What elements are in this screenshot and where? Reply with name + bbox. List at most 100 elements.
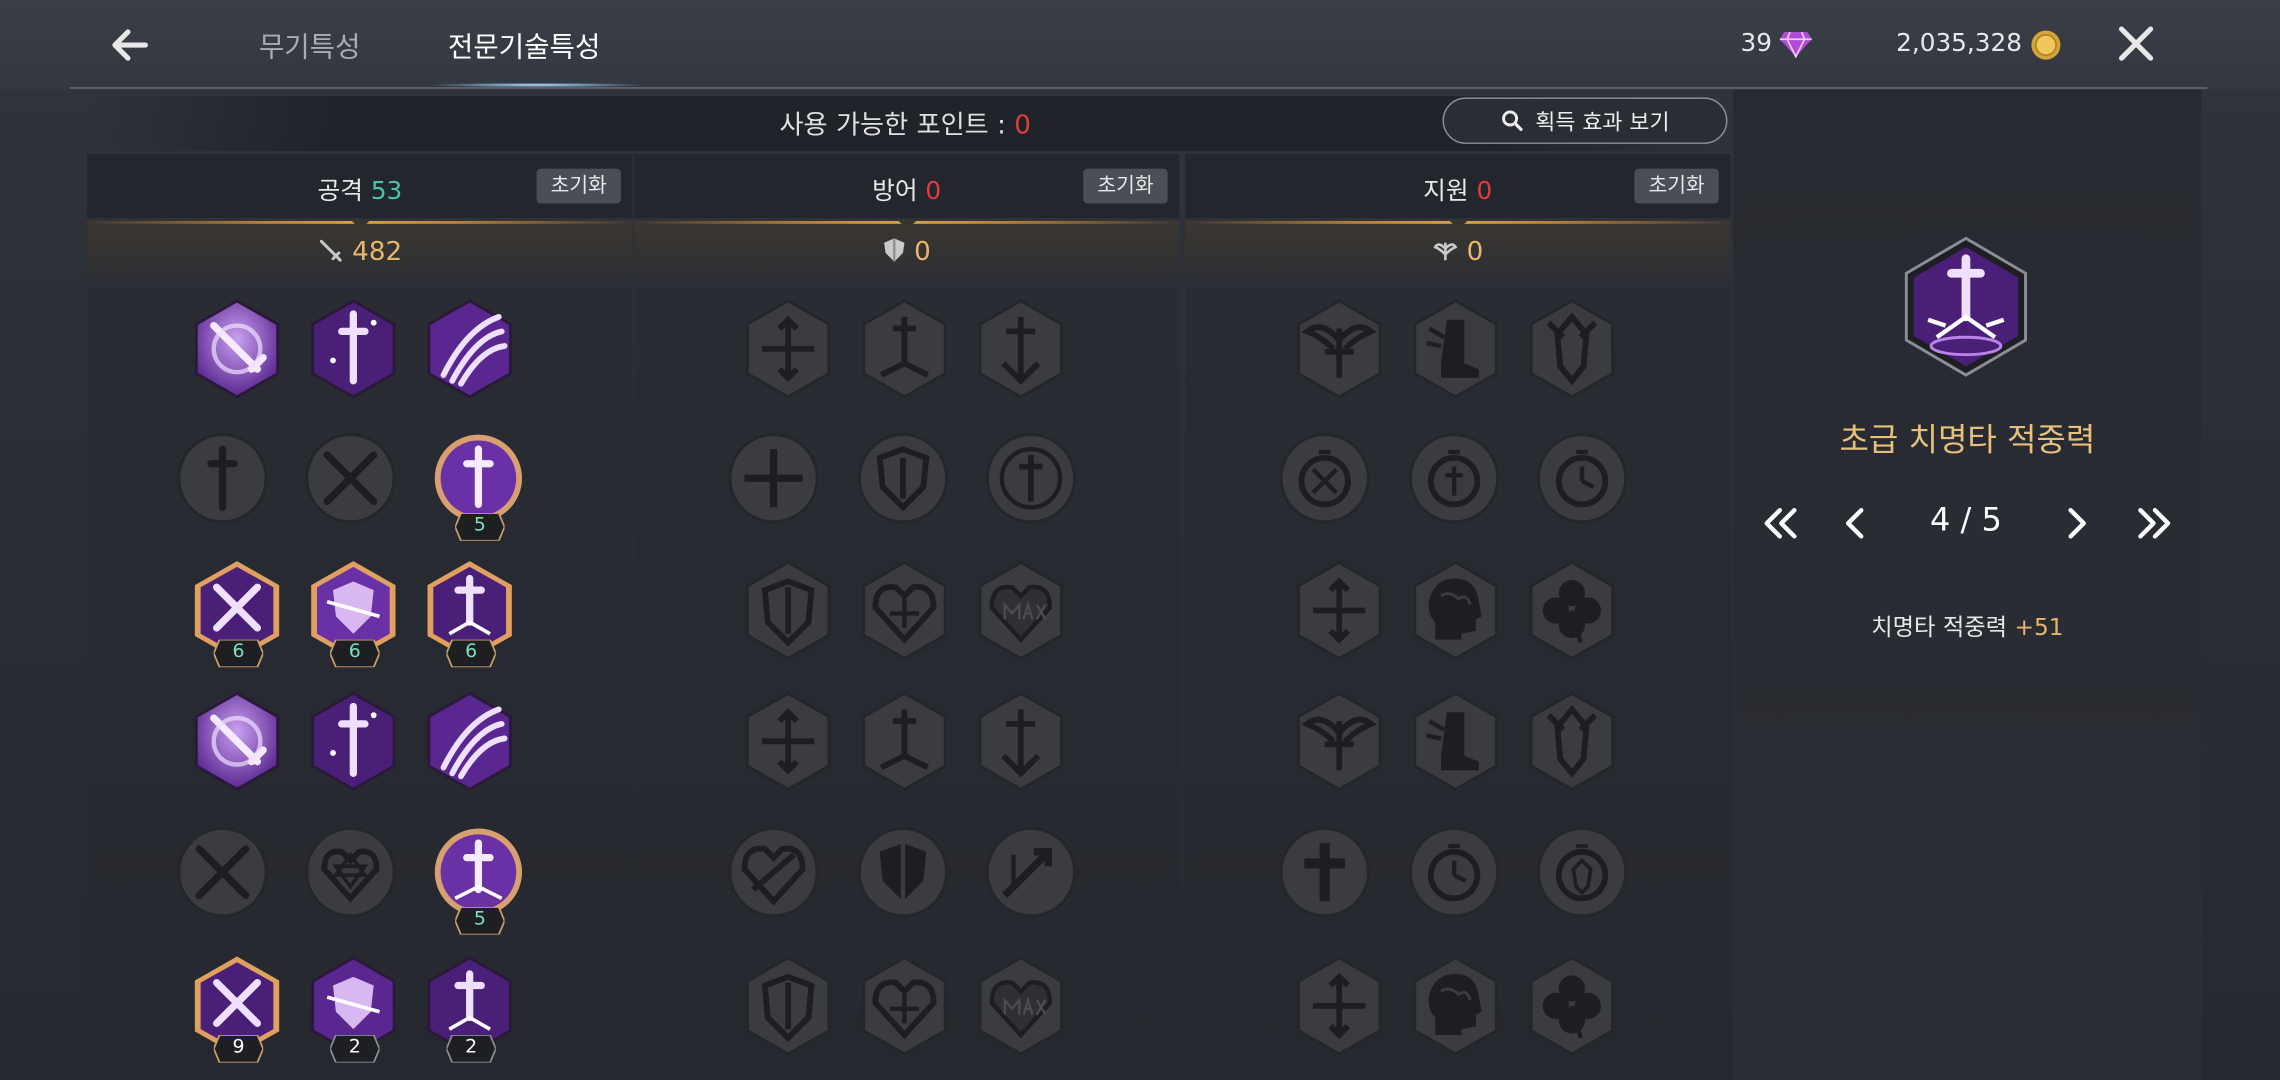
skill-support-r3-c2[interactable] bbox=[1409, 558, 1502, 663]
next-page-icon[interactable] bbox=[2062, 506, 2091, 541]
tab-profession-traits[interactable]: 전문기술특성 bbox=[448, 26, 601, 65]
skill-attack-r2-c3[interactable]: 5 bbox=[432, 432, 525, 541]
skill-support-r5-c1[interactable] bbox=[1278, 826, 1371, 931]
skill-defense-r1-c3[interactable] bbox=[974, 297, 1067, 402]
shield-icon bbox=[883, 238, 905, 262]
skill-support-r3-c3[interactable] bbox=[1525, 558, 1618, 663]
skill-level-badge: 5 bbox=[455, 513, 505, 541]
defense-stat-value: 0 bbox=[914, 236, 931, 268]
skill-attack-r4-c1[interactable] bbox=[190, 689, 283, 794]
skill-support-r4-c3[interactable] bbox=[1525, 689, 1618, 794]
skill-defense-r4-c2[interactable] bbox=[858, 689, 951, 794]
gem-count: 39 bbox=[1740, 29, 1773, 59]
defense-points: 0 bbox=[925, 177, 942, 207]
skill-defense-r4-c1[interactable] bbox=[742, 689, 835, 794]
skill-attack-r6-c3[interactable]: 2 bbox=[423, 954, 516, 1063]
skill-support-r6-c1[interactable] bbox=[1293, 954, 1386, 1059]
skill-defense-r3-c2[interactable] bbox=[858, 558, 951, 663]
skill-level-badge: 2 bbox=[446, 1034, 496, 1063]
skill-attack-r5-c3[interactable]: 5 bbox=[432, 826, 525, 935]
skill-level-badge: 2 bbox=[330, 1034, 380, 1063]
skill-attack-r1-c1[interactable] bbox=[190, 297, 283, 402]
skill-defense-r6-c1[interactable] bbox=[742, 954, 835, 1059]
support-stat-value: 0 bbox=[1466, 236, 1484, 268]
skill-support-r5-c3[interactable] bbox=[1536, 826, 1629, 931]
last-page-icon[interactable] bbox=[2135, 506, 2176, 541]
attack-reset-button[interactable]: 초기화 bbox=[536, 168, 621, 204]
skill-attack-r6-c1[interactable]: 9 bbox=[190, 954, 283, 1063]
view-effects-button[interactable]: 획득 효과 보기 bbox=[1442, 97, 1728, 144]
support-label: 지원 bbox=[1423, 177, 1469, 207]
skill-defense-r4-c3[interactable] bbox=[974, 689, 1067, 794]
sword-icon bbox=[320, 239, 343, 262]
skill-level-badge: 5 bbox=[455, 907, 505, 935]
skill-support-r4-c2[interactable] bbox=[1409, 689, 1502, 794]
skill-support-r1-c2[interactable] bbox=[1409, 297, 1502, 402]
coin-icon bbox=[2031, 30, 2061, 60]
skill-attack-r4-c3[interactable] bbox=[423, 689, 516, 794]
skill-defense-r3-c1[interactable] bbox=[742, 558, 835, 663]
skill-defense-r2-c1[interactable] bbox=[727, 432, 820, 537]
skill-attack-r3-c3[interactable]: 6 bbox=[423, 558, 516, 668]
skill-attack-r5-c2[interactable] bbox=[304, 826, 397, 931]
skill-attack-r3-c1[interactable]: 6 bbox=[190, 558, 283, 668]
effect-label: 치명타 적중력 bbox=[1871, 613, 2008, 642]
tab-weapon-traits[interactable]: 무기특성 bbox=[259, 26, 361, 65]
skill-attack-r2-c1[interactable] bbox=[176, 432, 269, 537]
skill-support-r3-c1[interactable] bbox=[1293, 558, 1386, 663]
skill-level: 2 bbox=[465, 1036, 478, 1059]
skill-defense-r2-c3[interactable] bbox=[984, 432, 1077, 537]
diamond-icon bbox=[1779, 31, 1812, 59]
defense-reset-button[interactable]: 초기화 bbox=[1083, 168, 1168, 204]
skill-defense-r3-c3[interactable] bbox=[974, 558, 1067, 663]
skill-defense-r6-c2[interactable] bbox=[858, 954, 951, 1059]
skill-support-r2-c2[interactable] bbox=[1408, 432, 1501, 537]
back-arrow-icon[interactable] bbox=[108, 23, 155, 67]
skill-attack-r3-c2[interactable]: 6 bbox=[307, 558, 400, 668]
view-effects-label: 획득 효과 보기 bbox=[1535, 108, 1670, 135]
skill-level-badge: 6 bbox=[213, 639, 264, 668]
skill-support-r4-c1[interactable] bbox=[1293, 689, 1386, 794]
first-page-icon[interactable] bbox=[1759, 506, 1800, 541]
support-stat-row: 0 bbox=[1185, 220, 1731, 285]
skill-support-r6-c3[interactable] bbox=[1525, 954, 1618, 1059]
defense-stat: 0 bbox=[634, 236, 1179, 268]
selected-skill-icon bbox=[1904, 236, 2028, 377]
skill-support-r1-c3[interactable] bbox=[1525, 297, 1618, 402]
skill-attack-r6-c2[interactable]: 2 bbox=[307, 954, 400, 1063]
skill-level: 9 bbox=[232, 1036, 245, 1059]
selected-skill-name: 초급 치명타 적중력 bbox=[1839, 422, 2096, 460]
skill-support-r6-c2[interactable] bbox=[1409, 954, 1502, 1059]
skill-defense-r5-c3[interactable] bbox=[984, 826, 1077, 931]
skill-effect: 치명타 적중력 +51 bbox=[1733, 608, 2201, 643]
prev-page-icon[interactable] bbox=[1841, 506, 1870, 541]
search-icon bbox=[1501, 110, 1523, 131]
skill-level: 6 bbox=[232, 641, 245, 663]
skill-defense-r1-c1[interactable] bbox=[742, 297, 835, 402]
skill-attack-r1-c2[interactable] bbox=[307, 297, 400, 402]
attack-points: 53 bbox=[370, 177, 403, 207]
skill-defense-r1-c2[interactable] bbox=[858, 297, 951, 402]
support-points: 0 bbox=[1476, 177, 1493, 207]
skill-support-r1-c1[interactable] bbox=[1293, 297, 1386, 402]
close-icon[interactable] bbox=[2116, 23, 2157, 64]
effect-value: +51 bbox=[2014, 613, 2064, 642]
attack-stat: 482 bbox=[87, 237, 632, 267]
skill-defense-r5-c1[interactable] bbox=[727, 826, 820, 931]
support-stat: 0 bbox=[1185, 236, 1730, 268]
skill-attack-r5-c1[interactable] bbox=[176, 826, 269, 931]
skill-defense-r5-c2[interactable] bbox=[856, 826, 949, 931]
skill-support-r5-c2[interactable] bbox=[1408, 826, 1501, 931]
skill-support-r2-c1[interactable] bbox=[1278, 432, 1371, 537]
skill-defense-r6-c3[interactable] bbox=[974, 954, 1067, 1059]
skill-defense-r2-c2[interactable] bbox=[856, 432, 949, 537]
skill-attack-r1-c3[interactable] bbox=[423, 297, 516, 402]
wings-icon bbox=[1433, 242, 1458, 261]
attack-label: 공격 bbox=[317, 177, 363, 207]
support-reset-button[interactable]: 초기화 bbox=[1634, 168, 1719, 204]
points-value: 0 bbox=[1014, 110, 1031, 141]
skill-attack-r2-c2[interactable] bbox=[304, 432, 397, 537]
skill-support-r2-c3[interactable] bbox=[1536, 432, 1629, 537]
skill-attack-r4-c2[interactable] bbox=[307, 689, 400, 794]
defense-label: 방어 bbox=[872, 177, 918, 207]
